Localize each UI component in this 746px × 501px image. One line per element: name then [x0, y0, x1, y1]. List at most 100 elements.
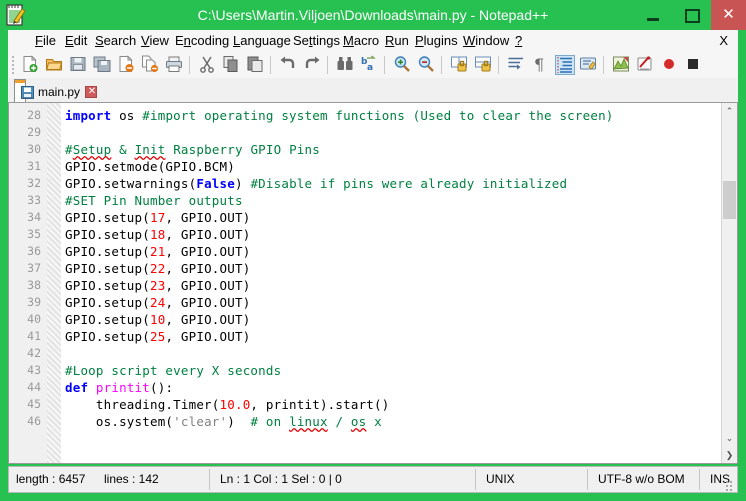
find-icon[interactable] [336, 55, 356, 75]
sync-vertical-scroll-icon[interactable] [450, 55, 470, 75]
menu-window[interactable]: Window [458, 30, 514, 52]
show-indent-guide-icon[interactable] [555, 55, 575, 75]
status-bar: length : 6457 lines : 142 Ln : 1 Col : 1… [8, 466, 738, 493]
minimize-button[interactable] [637, 0, 669, 30]
toolbar-separator [441, 56, 442, 74]
menu-language[interactable]: Language [228, 30, 296, 52]
line-number: 31 [27, 159, 41, 173]
sync-horizontal-scroll-icon[interactable] [474, 55, 494, 75]
show-document-map-icon[interactable] [612, 55, 632, 75]
menu-search[interactable]: Search [90, 30, 141, 52]
line-number: 37 [27, 261, 41, 275]
toolbar-separator [189, 56, 190, 74]
tab-close-button[interactable]: ✕ [85, 86, 97, 98]
status-divider [587, 469, 588, 490]
toolbar-separator [327, 56, 328, 74]
show-function-list-icon[interactable] [636, 55, 656, 75]
code-line: GPIO.setmode(GPIO.BCM) [65, 159, 235, 174]
undo-icon[interactable] [279, 55, 299, 75]
code-line: os.system('clear') # on linux / os x [65, 414, 382, 429]
code-line: GPIO.setup(21, GPIO.OUT) [65, 244, 251, 259]
code-editor[interactable]: 28 29 30 31 32 33 34 35 36 37 38 39 40 41 42 43 44 45 46 i… [8, 102, 738, 464]
word-wrap-icon[interactable] [507, 55, 527, 75]
scroll-up-arrow-icon[interactable]: ⌃ [722, 103, 737, 119]
toolbar-separator [498, 56, 499, 74]
scroll-down-arrow-icon[interactable]: ⌄ [722, 430, 737, 446]
menu-settings[interactable]: Settings [288, 30, 345, 52]
line-number: 45 [27, 397, 41, 411]
close-file-icon[interactable] [117, 55, 137, 75]
code-line: GPIO.setup(17, GPIO.OUT) [65, 210, 251, 225]
maximize-button[interactable] [676, 0, 708, 30]
tab-main-py[interactable]: main.py ✕ [14, 79, 97, 102]
code-line: GPIO.setwarnings(False) #Disable if pins… [65, 176, 568, 191]
line-number: 29 [27, 125, 41, 139]
window-title: C:\Users\Martin.Viljoen\Downloads\main.p… [197, 7, 549, 23]
line-number: 40 [27, 312, 41, 326]
menu-plugins[interactable]: Plugins [410, 30, 463, 52]
zoom-in-icon[interactable] [393, 55, 413, 75]
toolbar-separator [603, 56, 604, 74]
print-icon[interactable] [165, 55, 185, 75]
menu-encoding[interactable]: Encoding [170, 30, 234, 52]
new-file-icon[interactable] [21, 55, 41, 75]
stop-recording-macro-icon[interactable] [684, 55, 704, 75]
close-window-button[interactable]: ✕ [711, 0, 746, 30]
resize-grip[interactable] [725, 480, 735, 491]
code-folding-column[interactable] [47, 103, 61, 463]
line-number: 46 [27, 414, 41, 428]
toolbar-separator [384, 56, 385, 74]
save-icon[interactable] [69, 55, 89, 75]
title-bar: C:\Users\Martin.Viljoen\Downloads\main.p… [0, 0, 746, 30]
status-length: length : 6457 [16, 472, 86, 486]
line-number: 32 [27, 176, 41, 190]
open-file-icon[interactable] [45, 55, 65, 75]
user-defined-language-icon[interactable] [579, 55, 599, 75]
menu-view[interactable]: View [136, 30, 174, 52]
code-line: GPIO.setup(25, GPIO.OUT) [65, 329, 251, 344]
redo-icon[interactable] [303, 55, 323, 75]
menu-[interactable]: ? [510, 30, 527, 52]
tab-label: main.py [38, 85, 81, 99]
code-line: #SET Pin Number outputs [65, 193, 243, 208]
scroll-right-arrow-icon[interactable]: ❯ [722, 447, 737, 463]
status-eol: UNIX [486, 472, 515, 486]
line-number: 39 [27, 295, 41, 309]
vertical-scrollbar-thumb[interactable] [723, 181, 736, 219]
tab-bar: main.py ✕ [8, 78, 738, 103]
paste-icon[interactable] [246, 55, 266, 75]
cut-icon[interactable] [198, 55, 218, 75]
menu-macro[interactable]: Macro [338, 30, 384, 52]
code-line: import os #import operating system funct… [65, 108, 614, 123]
code-line: #Setup & Init Raspberry GPIO Pins [65, 142, 320, 157]
line-number: 28 [27, 108, 41, 122]
line-number-gutter: 28 29 30 31 32 33 34 35 36 37 38 39 40 41 42 43 44 45 46 [9, 103, 47, 463]
copy-icon[interactable] [222, 55, 242, 75]
menu-edit[interactable]: Edit [60, 30, 92, 52]
vertical-scrollbar[interactable]: ⌃ ⌄ ❯ [721, 103, 737, 463]
code-text-area[interactable]: import os #import operating system funct… [61, 103, 737, 463]
close-icon: ✕ [722, 6, 735, 23]
close-all-files-icon[interactable] [141, 55, 161, 75]
close-icon: ✕ [87, 86, 97, 97]
code-line: GPIO.setup(23, GPIO.OUT) [65, 278, 251, 293]
line-number: 41 [27, 329, 41, 343]
menu-file[interactable]: File [30, 30, 61, 52]
menu-run[interactable]: Run [380, 30, 414, 52]
line-number: 38 [27, 278, 41, 292]
toolbar-grip[interactable] [10, 54, 16, 76]
tab-active-indicator [15, 80, 25, 83]
replace-icon[interactable]: ba [360, 55, 380, 75]
code-line: def printit(): [65, 380, 174, 395]
menu-bar: File Edit Search View Encoding Language Settin… [8, 30, 738, 52]
status-divider [699, 469, 700, 490]
save-all-icon[interactable] [93, 55, 113, 75]
code-line: GPIO.setup(22, GPIO.OUT) [65, 261, 251, 276]
code-line: GPIO.setup(18, GPIO.OUT) [65, 227, 251, 242]
notepadpp-window: C:\Users\Martin.Viljoen\Downloads\main.p… [0, 0, 746, 501]
close-document-button[interactable]: X [713, 30, 734, 52]
show-all-characters-icon[interactable]: ¶ [531, 55, 551, 75]
zoom-out-icon[interactable] [417, 55, 437, 75]
svg-text:¶: ¶ [534, 55, 544, 73]
record-macro-icon[interactable] [660, 55, 680, 75]
